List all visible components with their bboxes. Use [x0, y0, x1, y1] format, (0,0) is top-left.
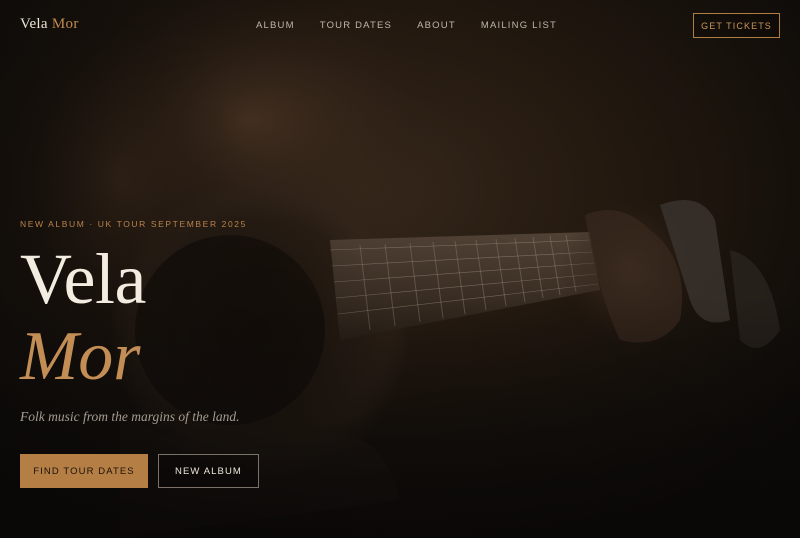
- brand-logo[interactable]: Vela Mor: [20, 16, 79, 33]
- new-album-button[interactable]: NEW ALBUM: [158, 454, 259, 488]
- top-navigation: Vela Mor ALBUM TOUR DATES ABOUT MAILING …: [0, 0, 800, 52]
- hero-title-line1: Vela: [20, 239, 146, 319]
- brand-name-second: Mor: [51, 16, 79, 32]
- brand-name-first: Vela: [20, 16, 48, 32]
- hero-eyebrow: NEW ALBUM · UK TOUR SEPTEMBER 2025: [20, 219, 247, 229]
- nav-item-about[interactable]: ABOUT: [417, 20, 456, 31]
- nav-item-tour-dates[interactable]: TOUR DATES: [320, 20, 392, 31]
- nav-item-album[interactable]: ALBUM: [256, 20, 295, 31]
- nav-item-mailing-list[interactable]: MAILING LIST: [481, 20, 557, 31]
- find-tour-dates-button[interactable]: FIND TOUR DATES: [20, 454, 148, 488]
- hero-title-line2: Mor: [20, 318, 141, 395]
- get-tickets-button[interactable]: GET TICKETS: [693, 13, 780, 38]
- nav-links: ALBUM TOUR DATES ABOUT MAILING LIST: [256, 20, 582, 31]
- hero-tagline: Folk music from the margins of the land.: [20, 409, 240, 424]
